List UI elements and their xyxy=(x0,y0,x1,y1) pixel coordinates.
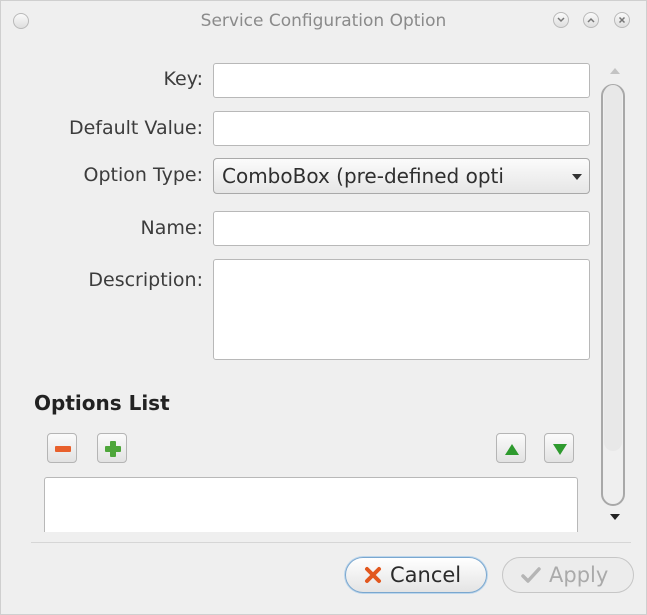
scroll-down-arrow-icon[interactable] xyxy=(610,514,620,521)
dialog-window: Service Configuration Option Key: Defaul… xyxy=(0,0,647,615)
x-icon xyxy=(365,567,381,583)
chevron-up-icon xyxy=(587,17,595,23)
button-separator xyxy=(31,542,631,543)
plus-icon xyxy=(105,441,121,457)
default-value-input[interactable] xyxy=(213,111,590,146)
name-label: Name: xyxy=(140,217,203,239)
close-icon xyxy=(618,16,626,24)
cancel-button[interactable]: Cancel xyxy=(345,557,487,593)
minimize-button[interactable] xyxy=(553,12,569,28)
cancel-label: Cancel xyxy=(390,563,462,587)
options-list-title: Options List xyxy=(34,391,170,415)
triangle-down-icon xyxy=(553,444,567,455)
option-type-value: ComboBox (pre-defined opti xyxy=(222,164,504,188)
dropdown-arrow-icon xyxy=(572,174,582,180)
apply-label: Apply xyxy=(549,563,609,587)
option-type-select[interactable]: ComboBox (pre-defined opti xyxy=(213,158,590,194)
key-label: Key: xyxy=(163,68,203,90)
maximize-button[interactable] xyxy=(583,12,599,28)
minus-icon xyxy=(55,446,71,452)
key-input[interactable] xyxy=(213,63,590,98)
window-title: Service Configuration Option xyxy=(200,11,447,31)
description-textarea[interactable] xyxy=(213,259,590,360)
move-down-button[interactable] xyxy=(544,433,574,463)
title-bar: Service Configuration Option xyxy=(1,1,646,45)
apply-button[interactable]: Apply xyxy=(502,557,634,593)
move-up-button[interactable] xyxy=(496,433,526,463)
description-label: Description: xyxy=(88,269,203,291)
scrollbar-thumb[interactable] xyxy=(604,85,622,451)
option-type-label: Option Type: xyxy=(83,164,204,186)
checkmark-icon xyxy=(521,567,541,583)
name-input[interactable] xyxy=(213,211,590,246)
default-value-label: Default Value: xyxy=(68,117,203,139)
scroll-up-arrow-icon[interactable] xyxy=(610,67,620,74)
add-option-button[interactable] xyxy=(97,433,127,463)
chevron-down-icon xyxy=(557,17,565,23)
options-list[interactable] xyxy=(44,477,578,532)
close-button[interactable] xyxy=(614,12,630,28)
remove-option-button[interactable] xyxy=(47,433,77,463)
triangle-up-icon xyxy=(505,444,519,455)
